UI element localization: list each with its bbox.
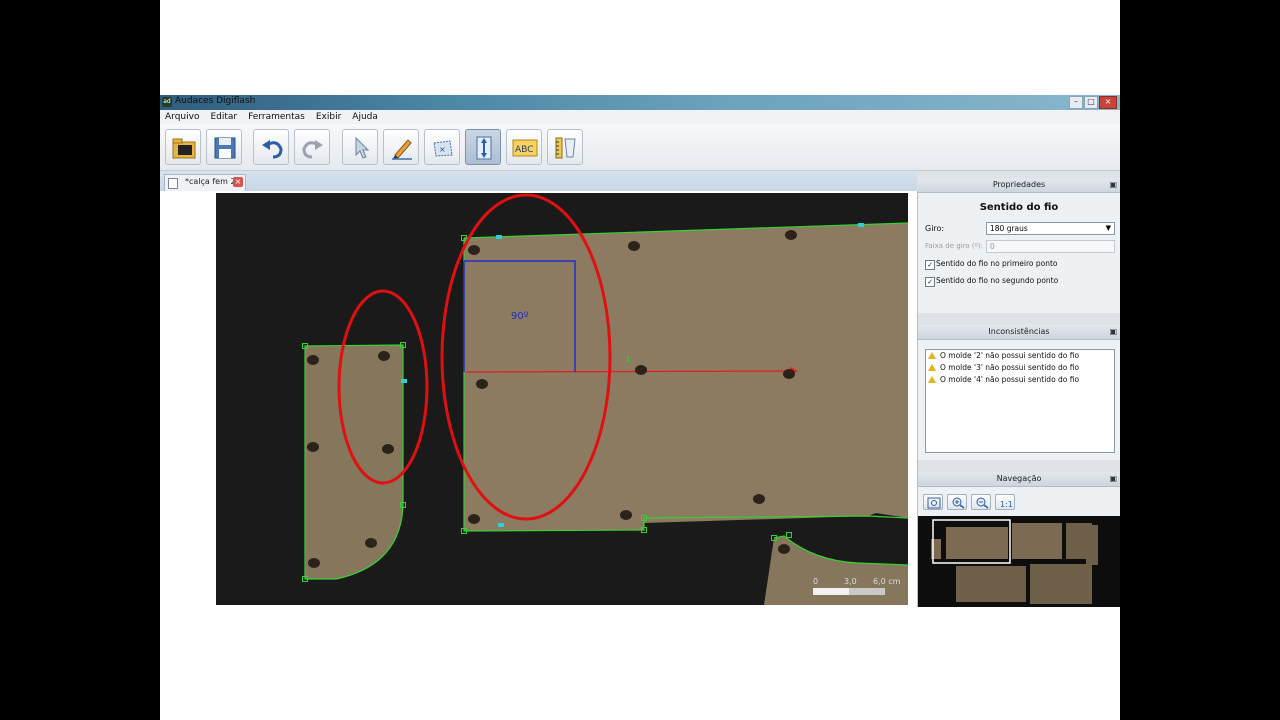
- navigation-header-label: Navegação: [996, 474, 1042, 483]
- navigation-minimap[interactable]: [918, 516, 1120, 607]
- pencil-icon: [392, 139, 412, 160]
- properties-panel: Propriedades ▣ Sentido do fio Giro: 180 …: [918, 178, 1120, 313]
- pattern-canvas[interactable]: 90º 1 0 3,0 6,0 cm: [216, 193, 908, 605]
- faixa-label: Faixa de giro (º):: [925, 242, 983, 250]
- window-controls: – □ ×: [1069, 96, 1117, 109]
- ruler-icon: [555, 137, 576, 159]
- maximize-icon[interactable]: □: [1084, 96, 1098, 109]
- minimap-drawing: [931, 519, 1098, 604]
- text-tool-button[interactable]: ABC: [506, 129, 542, 165]
- undo-button[interactable]: [253, 129, 289, 165]
- zoom-fit-icon: [927, 497, 941, 509]
- inconsistencies-list: O molde '2' não possui sentido do fio O …: [925, 349, 1115, 453]
- giro-select-value: 180 graus: [990, 224, 1028, 233]
- svg-text:×: ×: [439, 145, 446, 154]
- zoom-out-icon: [976, 497, 989, 509]
- undo-icon: [262, 140, 283, 159]
- front-panel-piece: [464, 223, 908, 531]
- giro-select[interactable]: 180 graus ▼: [986, 222, 1115, 235]
- abc-text-icon: ABC: [512, 139, 538, 157]
- zoom-actual-button[interactable]: 1:1: [995, 494, 1015, 510]
- list-item-text: O molde '4' não possui sentido do fio: [940, 375, 1080, 384]
- zoom-actual-size-icon: 1:1: [1000, 500, 1013, 509]
- scale-label-0: 0: [813, 577, 819, 586]
- menu-exibir[interactable]: Exibir: [316, 110, 341, 124]
- menu-editar[interactable]: Editar: [210, 110, 237, 124]
- panel-pin-icon[interactable]: ▣: [1109, 472, 1117, 486]
- scale-bar-segment: [813, 588, 849, 595]
- redo-button[interactable]: [294, 129, 330, 165]
- cursor-arrow-icon: [355, 136, 370, 159]
- toolbar: × ABC: [160, 124, 1120, 171]
- mold-shape-icon: ×: [433, 140, 453, 157]
- first-point-checkbox[interactable]: ✓: [925, 260, 935, 270]
- window-title: Audaces Digiflash: [175, 96, 256, 106]
- close-icon[interactable]: ×: [1099, 96, 1117, 109]
- scale-label-3: 3,0: [844, 577, 857, 586]
- select-tool-button[interactable]: [342, 129, 378, 165]
- measure-tool-button[interactable]: [547, 129, 583, 165]
- app-window: ad Audaces Digiflash – □ × Arquivo Edita…: [160, 95, 1120, 607]
- list-item-text: O molde '3' não possui sentido do fio: [940, 363, 1080, 372]
- tab-close-icon[interactable]: ×: [233, 177, 243, 187]
- workspace: 90º 1 0 3,0 6,0 cm: [160, 191, 918, 607]
- list-item-text: O molde '2' não possui sentido do fio: [940, 351, 1080, 360]
- scale-label-6: 6,0 cm: [873, 577, 901, 586]
- document-icon: [168, 178, 178, 189]
- grain-direction-button[interactable]: [465, 129, 501, 165]
- properties-header-label: Propriedades: [992, 180, 1046, 189]
- redo-icon: [302, 140, 323, 159]
- properties-title: Sentido do fio: [979, 202, 1059, 213]
- menu-ajuda[interactable]: Ajuda: [352, 110, 378, 124]
- svg-text:ABC: ABC: [515, 145, 533, 155]
- giro-label: Giro:: [925, 224, 945, 233]
- svg-text:1:1: 1:1: [1000, 500, 1013, 509]
- floppy-disk-icon: [214, 137, 236, 159]
- list-item[interactable]: O molde '4' não possui sentido do fio: [926, 374, 1114, 386]
- inconsistencies-header: Inconsistências ▣: [918, 325, 1120, 340]
- menu-bar: Arquivo Editar Ferramentas Exibir Ajuda: [160, 110, 1120, 124]
- list-item[interactable]: O molde '2' não possui sentido do fio: [926, 350, 1114, 362]
- menu-arquivo[interactable]: Arquivo: [165, 110, 199, 124]
- inconsistencies-panel: Inconsistências ▣ O molde '2' não possui…: [918, 325, 1120, 460]
- warning-icon: [928, 352, 936, 359]
- second-point-label: Sentido do fio no segundo ponto: [936, 276, 1059, 285]
- warning-icon: [928, 376, 936, 383]
- edit-tool-button[interactable]: [383, 129, 419, 165]
- minimize-icon[interactable]: –: [1069, 96, 1083, 109]
- mold-tool-button[interactable]: ×: [424, 129, 460, 165]
- inconsistencies-header-label: Inconsistências: [988, 327, 1050, 336]
- chevron-down-icon: ▼: [1105, 224, 1111, 232]
- faixa-input[interactable]: 0: [986, 240, 1115, 253]
- title-bar: ad Audaces Digiflash – □ ×: [160, 95, 1120, 110]
- tab-label: *calça fem 2: [185, 177, 236, 186]
- list-item[interactable]: O molde '3' não possui sentido do fio: [926, 362, 1114, 374]
- panel-pin-icon[interactable]: ▣: [1109, 325, 1117, 339]
- zoom-in-icon: [952, 497, 965, 509]
- pattern-drawing: [302, 193, 908, 605]
- second-point-checkbox[interactable]: ✓: [925, 277, 935, 287]
- point-label: 1: [626, 355, 632, 364]
- menu-ferramentas[interactable]: Ferramentas: [248, 110, 305, 124]
- zoom-out-button[interactable]: [971, 494, 991, 510]
- warning-icon: [928, 364, 936, 371]
- navigation-header: Navegação ▣: [918, 472, 1120, 487]
- properties-header: Propriedades ▣: [918, 178, 1120, 193]
- grain-line-icon: [476, 136, 492, 160]
- document-tab-strip: *calça fem 2 ×: [160, 171, 917, 191]
- panel-pin-icon[interactable]: ▣: [1109, 178, 1117, 192]
- open-file-button[interactable]: [165, 129, 201, 165]
- navigation-panel: Navegação ▣ 1:1: [918, 472, 1120, 607]
- app-logo-icon: ad: [162, 97, 172, 107]
- zoom-in-button[interactable]: [947, 494, 967, 510]
- zoom-fit-button[interactable]: [923, 494, 943, 510]
- folder-icon: [172, 138, 196, 159]
- first-point-label: Sentido do fio no primeiro ponto: [936, 259, 1058, 268]
- save-button[interactable]: [206, 129, 242, 165]
- tab-calca-fem-2[interactable]: *calça fem 2 ×: [164, 174, 246, 191]
- angle-label: 90º: [511, 311, 529, 322]
